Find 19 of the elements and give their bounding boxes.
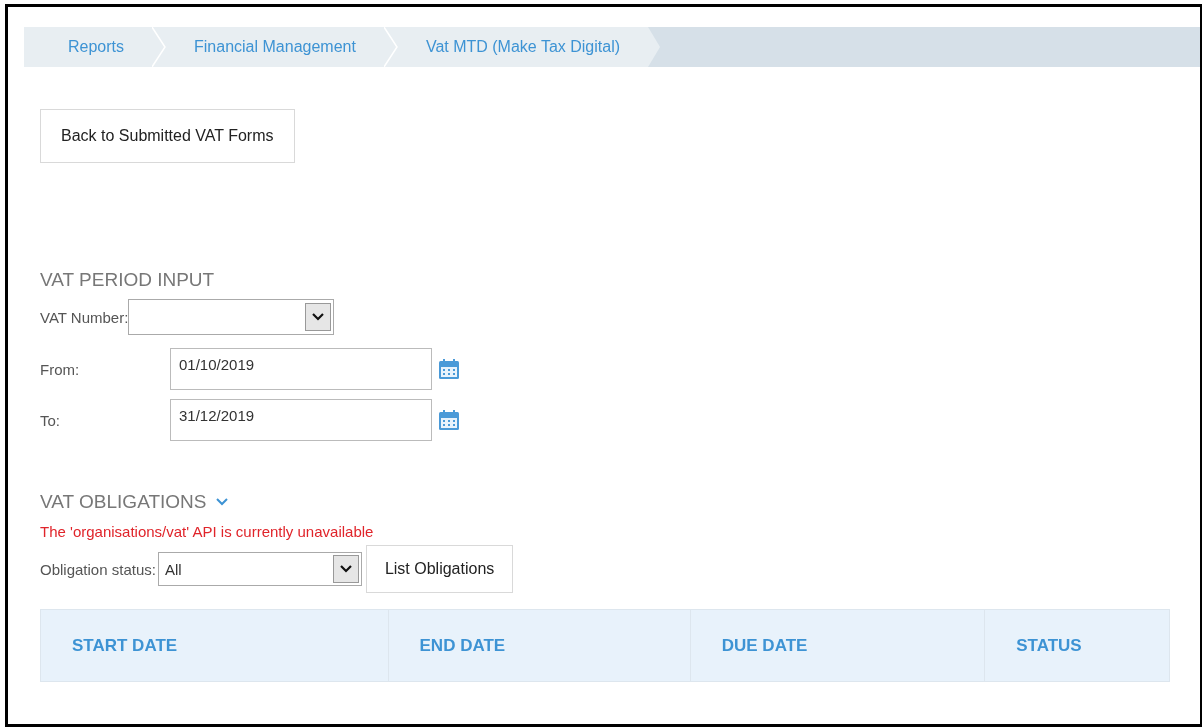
field-label: To:: [40, 411, 61, 429]
column-header: STATUS: [984, 609, 1170, 682]
field-label: From:: [40, 360, 81, 378]
chevron-down-icon[interactable]: [216, 498, 229, 506]
error-message: The 'organisations/vat' API is currently unavailable: [40, 523, 375, 540]
column-header: START DATE: [40, 609, 388, 682]
date-input[interactable]: 31/12/2019: [170, 399, 432, 441]
status-select[interactable]: All: [157, 552, 362, 586]
column-header: DUE DATE: [690, 609, 985, 682]
back-button[interactable]: Back to Submitted VAT Forms: [40, 109, 295, 163]
field-label: VAT Number:: [40, 308, 129, 326]
calendar-icon[interactable]: [437, 357, 461, 381]
section-heading: VAT PERIOD INPUT: [40, 269, 216, 291]
section-heading: VAT OBLIGATIONS: [40, 491, 207, 513]
list-obligations-button[interactable]: List Obligations: [365, 545, 514, 593]
column-header: END DATE: [388, 609, 691, 682]
calendar-icon[interactable]: [437, 408, 461, 432]
date-input[interactable]: 01/10/2019: [170, 348, 432, 390]
field-label: Obligation status:: [40, 560, 156, 578]
